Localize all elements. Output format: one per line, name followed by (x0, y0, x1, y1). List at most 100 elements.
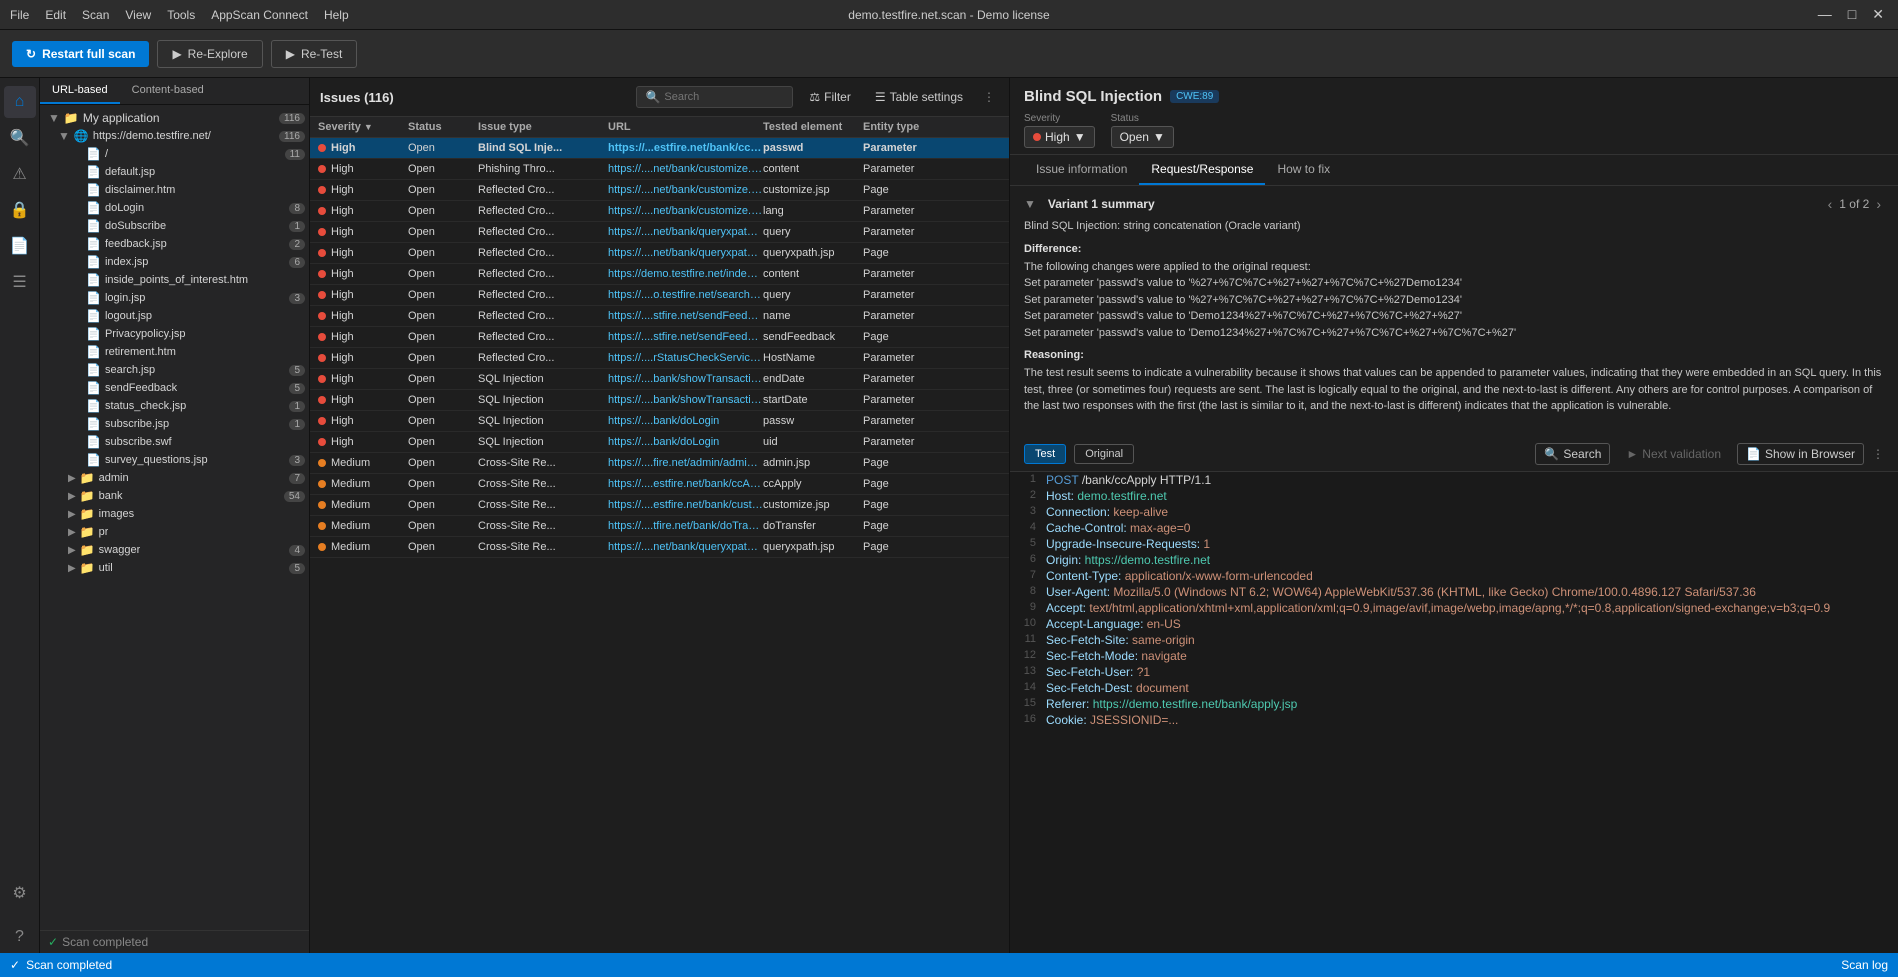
toggle-test-button[interactable]: Test (1024, 444, 1066, 464)
menu-help[interactable]: Help (324, 8, 349, 22)
entity-type-cell: Page (863, 541, 963, 553)
tree-item-login_jsp[interactable]: 📄login.jsp3 (40, 289, 309, 307)
tree-item-default_jsp[interactable]: 📄default.jsp (40, 163, 309, 181)
tree-item-retirement_htm[interactable]: 📄retirement.htm (40, 343, 309, 361)
table-row[interactable]: High Open SQL Injection https://....bank… (310, 432, 1009, 453)
table-row[interactable]: High Open Reflected Cro... https://....n… (310, 222, 1009, 243)
search-input[interactable] (664, 91, 784, 103)
reexplore-button[interactable]: ▶ Re-Explore (157, 40, 262, 68)
search-box[interactable]: 🔍 (636, 86, 793, 108)
tested-element-cell: passwd (763, 142, 863, 154)
restore-button[interactable]: □ (1844, 6, 1860, 23)
table-settings-button[interactable]: ☰ Table settings (867, 86, 971, 108)
url-cell: https://demo.testfire.net/index.jsp (608, 268, 763, 280)
tree-item-subscribe_jsp[interactable]: 📄subscribe.jsp1 (40, 415, 309, 433)
sidebar-icon-explore[interactable]: 🔍 (4, 122, 36, 154)
menu-tools[interactable]: Tools (167, 8, 195, 22)
tree-item-sendFeedback[interactable]: 📄sendFeedback5 (40, 379, 309, 397)
window-controls[interactable]: — □ ✕ (1814, 6, 1888, 23)
tree-item-images[interactable]: ▶📁images (40, 505, 309, 523)
table-row[interactable]: Medium Open Cross-Site Re... https://...… (310, 516, 1009, 537)
table-row[interactable]: Medium Open Cross-Site Re... https://...… (310, 495, 1009, 516)
close-button[interactable]: ✕ (1868, 6, 1888, 23)
tree-item-util[interactable]: ▶📁util5 (40, 559, 309, 577)
table-row[interactable]: High Open Reflected Cro... https://....s… (310, 327, 1009, 348)
sidebar-icon-shield[interactable]: 🔒 (4, 194, 36, 226)
tree-item-inside_points_of_interest_htm[interactable]: 📄inside_points_of_interest.htm (40, 271, 309, 289)
table-row[interactable]: High Open Phishing Thro... https://....n… (310, 159, 1009, 180)
tree-item-disclaimer_htm[interactable]: 📄disclaimer.htm (40, 181, 309, 199)
minimize-button[interactable]: — (1814, 6, 1836, 23)
restart-scan-button[interactable]: ↻ Restart full scan (12, 41, 149, 67)
tree-item-pr[interactable]: ▶📁pr (40, 523, 309, 541)
variant-prev-button[interactable]: ‹ (1825, 196, 1836, 212)
menu-edit[interactable]: Edit (45, 8, 66, 22)
table-row[interactable]: High Open Reflected Cro... https://....n… (310, 180, 1009, 201)
tree-item-subscribe_swf[interactable]: 📄subscribe.swf (40, 433, 309, 451)
table-row[interactable]: High Open Reflected Cro... https://....s… (310, 306, 1009, 327)
sidebar-icon-issues[interactable]: ⚠ (4, 158, 36, 190)
table-row[interactable]: Medium Open Cross-Site Re... https://...… (310, 453, 1009, 474)
table-row[interactable]: High Open Reflected Cro... https://demo.… (310, 264, 1009, 285)
sidebar-icon-home[interactable]: ⌂ (4, 86, 36, 118)
variant-next-button[interactable]: › (1873, 196, 1884, 212)
tree-item-host[interactable]: ▼ 🌐 https://demo.testfire.net/ 116 (40, 127, 309, 145)
tree-item-admin[interactable]: ▶📁admin7 (40, 469, 309, 487)
issue-type-cell: Reflected Cro... (478, 247, 608, 259)
table-row[interactable]: High Open Blind SQL Inje... https://...e… (310, 138, 1009, 159)
table-row[interactable]: Medium Open Cross-Site Re... https://...… (310, 537, 1009, 558)
severity-select[interactable]: High ▼ (1024, 126, 1095, 148)
tree-item-root[interactable]: ▼ 📁 My application 116 (40, 109, 309, 127)
table-row[interactable]: High Open Reflected Cro... https://....n… (310, 243, 1009, 264)
menu-bar[interactable]: File Edit Scan View Tools AppScan Connec… (10, 8, 349, 22)
tree-item-search_jsp[interactable]: 📄search.jsp5 (40, 361, 309, 379)
tab-request-response[interactable]: Request/Response (1139, 155, 1265, 185)
table-row[interactable]: High Open Reflected Cro... https://....o… (310, 285, 1009, 306)
status-select[interactable]: Open ▼ (1111, 126, 1174, 148)
tab-how-to-fix[interactable]: How to fix (1265, 155, 1342, 185)
show-browser-button[interactable]: 📄 Show in Browser (1737, 443, 1864, 465)
tree-item-doSubscribe[interactable]: 📄doSubscribe1 (40, 217, 309, 235)
tree-item-_[interactable]: 📄/11 (40, 145, 309, 163)
table-row[interactable]: High Open Reflected Cro... https://....r… (310, 348, 1009, 369)
severity-cell: High (318, 289, 408, 301)
code-line: 14Sec-Fetch-Dest: document (1010, 680, 1898, 696)
table-icon: ☰ (875, 90, 886, 104)
severity-text: High (331, 331, 354, 343)
sidebar-icon-list[interactable]: ☰ (4, 266, 36, 298)
search-request-button[interactable]: 🔍 Search (1535, 443, 1610, 465)
tab-url-based[interactable]: URL-based (40, 78, 120, 104)
tree-item-feedback_jsp[interactable]: 📄feedback.jsp2 (40, 235, 309, 253)
table-row[interactable]: High Open SQL Injection https://....bank… (310, 390, 1009, 411)
menu-file[interactable]: File (10, 8, 29, 22)
retest-button[interactable]: ▶ Re-Test (271, 40, 358, 68)
req-more-button[interactable]: ⋮ (1872, 447, 1884, 461)
menu-view[interactable]: View (125, 8, 151, 22)
tree-item-bank[interactable]: ▶📁bank54 (40, 487, 309, 505)
scan-log-button[interactable]: Scan log (1841, 958, 1888, 972)
tree-item-logout_jsp[interactable]: 📄logout.jsp (40, 307, 309, 325)
next-validation-button[interactable]: ► Next validation (1618, 444, 1729, 464)
filter-button[interactable]: ⚖ Filter (801, 86, 858, 108)
toggle-original-button[interactable]: Original (1074, 444, 1134, 464)
collapse-variant-button[interactable]: ▼ (1024, 197, 1036, 211)
sidebar-icon-reports[interactable]: 📄 (4, 230, 36, 262)
tree-item-swagger[interactable]: ▶📁swagger4 (40, 541, 309, 559)
tree-item-status_check_jsp[interactable]: 📄status_check.jsp1 (40, 397, 309, 415)
tab-content-based[interactable]: Content-based (120, 78, 216, 104)
table-row[interactable]: Medium Open Cross-Site Re... https://...… (310, 474, 1009, 495)
tree-item-survey_questions_jsp[interactable]: 📄survey_questions.jsp3 (40, 451, 309, 469)
tree-item-Privacypolicy_jsp[interactable]: 📄Privacypolicy.jsp (40, 325, 309, 343)
menu-scan[interactable]: Scan (82, 8, 109, 22)
sidebar-icon-help[interactable]: ? (4, 921, 36, 953)
menu-appscan-connect[interactable]: AppScan Connect (211, 8, 308, 22)
tree-item-index_jsp[interactable]: 📄index.jsp6 (40, 253, 309, 271)
validation-icon: ► (1626, 447, 1638, 461)
tab-issue-information[interactable]: Issue information (1024, 155, 1139, 185)
sidebar-icon-settings[interactable]: ⚙ (4, 877, 36, 909)
issues-more-button[interactable]: ⋮ (979, 86, 999, 108)
table-row[interactable]: High Open Reflected Cro... https://....n… (310, 201, 1009, 222)
table-row[interactable]: High Open SQL Injection https://....bank… (310, 369, 1009, 390)
tree-item-doLogin[interactable]: 📄doLogin8 (40, 199, 309, 217)
table-row[interactable]: High Open SQL Injection https://....bank… (310, 411, 1009, 432)
